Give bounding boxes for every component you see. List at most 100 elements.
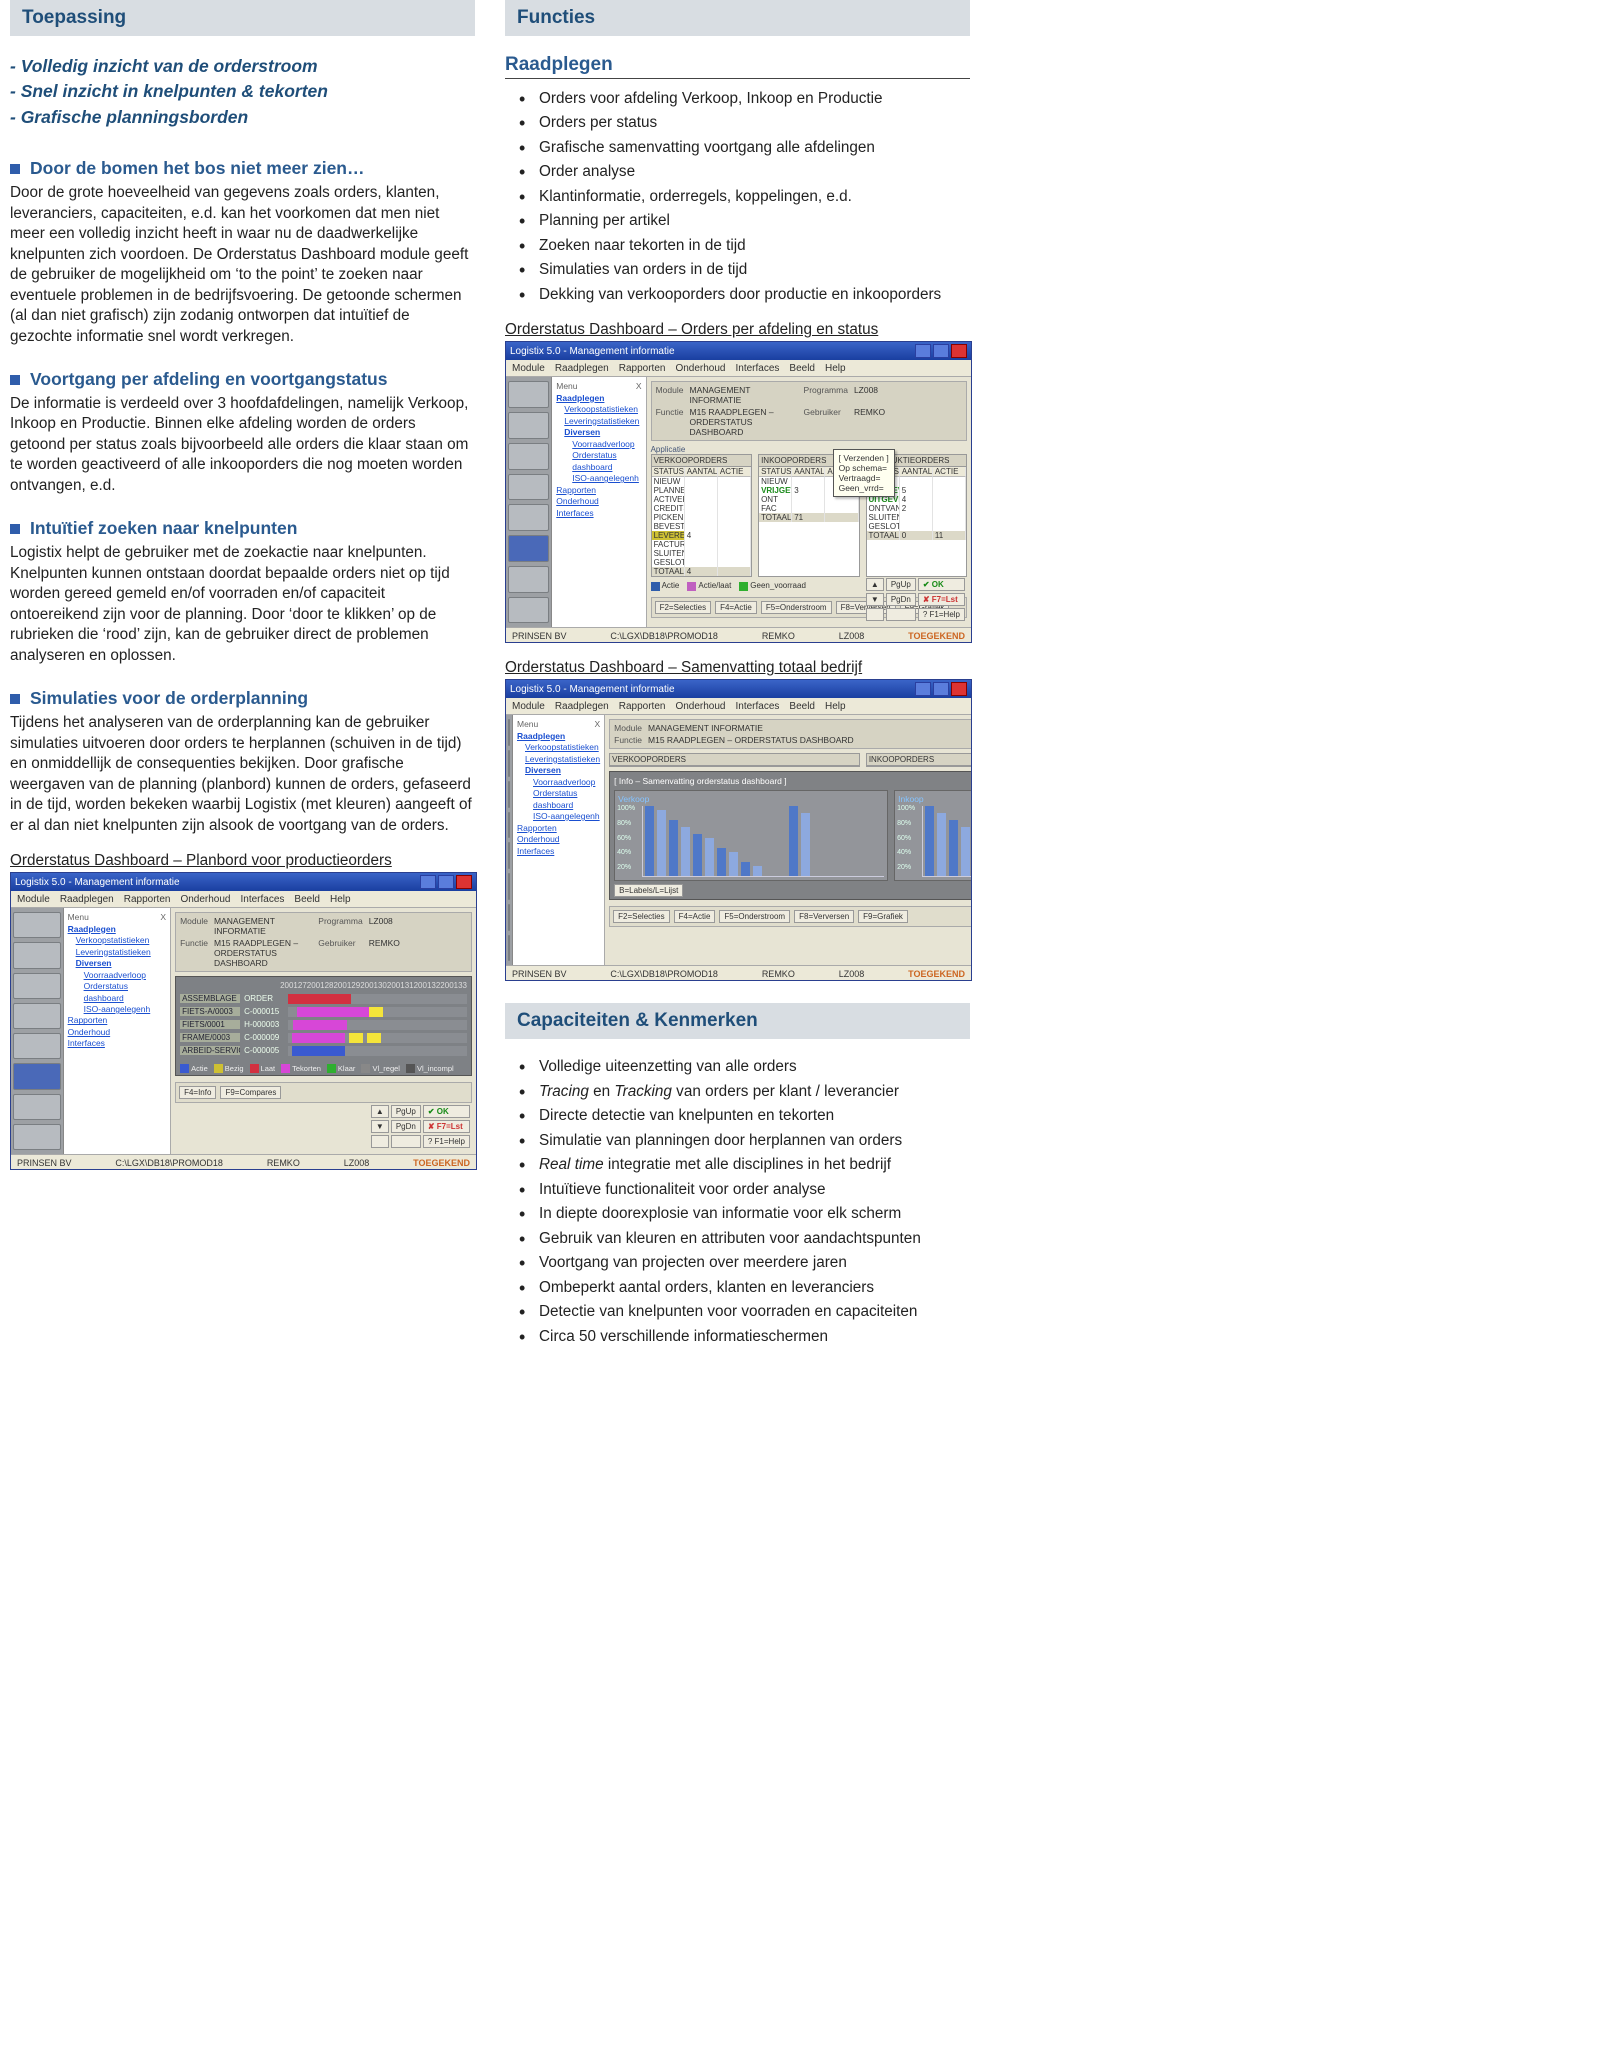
- gantt-row[interactable]: FIETS-A/0003C-000015: [180, 1005, 467, 1018]
- table-row[interactable]: GESLOTEN: [867, 522, 966, 531]
- gantt-chart[interactable]: 2001272001282001292001302001312001322001…: [175, 976, 472, 1076]
- fn-key-button[interactable]: F2=Selecties: [613, 910, 669, 923]
- sidebar-button[interactable]: [13, 1033, 61, 1059]
- gantt-bar[interactable]: [288, 994, 351, 1004]
- tree-node[interactable]: Leveringstatistieken: [68, 947, 166, 958]
- menu-item[interactable]: Onderhoud: [180, 894, 230, 905]
- menu-item[interactable]: Rapporten: [619, 363, 666, 374]
- sidebar-button[interactable]: [508, 443, 549, 470]
- sidebar-button[interactable]: [13, 1003, 61, 1029]
- tree-node[interactable]: Interfaces: [556, 508, 641, 519]
- sidebar-button[interactable]: [508, 781, 510, 808]
- tree-node[interactable]: Rapporten: [556, 485, 641, 496]
- window-titlebar[interactable]: Logistix 5.0 - Management informatie: [506, 680, 971, 698]
- fn-key-button[interactable]: F4=Info: [179, 1086, 216, 1099]
- fn-key-button[interactable]: F8=Verversen: [794, 910, 854, 923]
- sidebar[interactable]: [11, 908, 64, 1154]
- chart-panel[interactable]: [ Info – Samenvatting orderstatus dashbo…: [609, 771, 972, 900]
- help-button[interactable]: ? F1=Help: [423, 1135, 470, 1148]
- menu-item[interactable]: Help: [330, 894, 351, 905]
- sidebar-button[interactable]: [508, 381, 549, 408]
- tree-node[interactable]: Voorraadverloop: [68, 970, 166, 981]
- pgup-button[interactable]: PgUp: [391, 1105, 421, 1118]
- mini-bar-chart[interactable]: Inkoop100%80%60%40%20%: [894, 790, 972, 881]
- sidebar-button[interactable]: [13, 912, 61, 938]
- tree-node[interactable]: Leveringstatistieken: [517, 754, 600, 765]
- table-row[interactable]: BEVESTGN: [652, 522, 751, 531]
- tree-close-icon[interactable]: X: [160, 912, 166, 923]
- close-icon[interactable]: [951, 682, 967, 696]
- maximize-icon[interactable]: [438, 875, 454, 889]
- tree-node[interactable]: Orderstatus dashboard: [517, 788, 600, 811]
- fn-key-button[interactable]: F9=Compares: [220, 1086, 281, 1099]
- menu-bar[interactable]: ModuleRaadplegenRapportenOnderhoudInterf…: [506, 698, 971, 715]
- gantt-row[interactable]: ASSEMBLAGEORDER: [180, 992, 467, 1005]
- chart-footer-input[interactable]: B=Labels/L=Lijst: [614, 884, 683, 897]
- menu-item[interactable]: Beeld: [294, 894, 320, 905]
- gantt-bar[interactable]: [297, 1007, 369, 1017]
- menu-item[interactable]: Beeld: [789, 701, 815, 712]
- tree-node[interactable]: Diversen: [517, 765, 600, 776]
- up-arrow-icon[interactable]: ▲: [371, 1105, 389, 1118]
- table-row[interactable]: ONTVANGN2: [867, 504, 966, 513]
- sidebar-button[interactable]: [508, 812, 510, 839]
- tree-node[interactable]: Orderstatus dashboard: [556, 450, 641, 473]
- menu-item[interactable]: Onderhoud: [675, 701, 725, 712]
- pgdn-button[interactable]: PgDn: [391, 1120, 421, 1133]
- close-icon[interactable]: [456, 875, 472, 889]
- tree-node[interactable]: Verkoopstatistieken: [517, 742, 600, 753]
- menu-item[interactable]: Help: [825, 363, 846, 374]
- table-row[interactable]: FACTURRN: [652, 540, 751, 549]
- gantt-bar[interactable]: [349, 1033, 363, 1043]
- menu-item[interactable]: Raadplegen: [555, 701, 609, 712]
- menu-bar[interactable]: ModuleRaadplegenRapportenOnderhoudInterf…: [506, 360, 971, 377]
- pgdn-button[interactable]: PgDn: [886, 593, 916, 606]
- table-row[interactable]: SLUITEN: [652, 549, 751, 558]
- table-row[interactable]: NIEUW: [652, 477, 751, 486]
- tree-node[interactable]: Onderhoud: [517, 834, 600, 845]
- minimize-icon[interactable]: [420, 875, 436, 889]
- sidebar-button[interactable]: [13, 942, 61, 968]
- maximize-icon[interactable]: [933, 682, 949, 696]
- pgup-button[interactable]: PgUp: [886, 578, 916, 591]
- table-row[interactable]: ACTIVERN: [652, 495, 751, 504]
- sidebar-button[interactable]: [508, 719, 510, 746]
- fn-key-button[interactable]: F9=Grafiek: [858, 910, 908, 923]
- sidebar-button[interactable]: [13, 973, 61, 999]
- tree-node[interactable]: Diversen: [68, 958, 166, 969]
- maximize-icon[interactable]: [933, 344, 949, 358]
- tree-node[interactable]: Raadplegen: [517, 731, 600, 742]
- tree-node[interactable]: Rapporten: [68, 1015, 166, 1026]
- down-arrow-icon[interactable]: ▼: [866, 593, 884, 606]
- sidebar-button[interactable]: [508, 842, 510, 869]
- sidebar-button[interactable]: [508, 535, 549, 562]
- table-row[interactable]: PLANNEN: [652, 486, 751, 495]
- gantt-bar[interactable]: [292, 1046, 346, 1056]
- fn-key-button[interactable]: F5=Onderstroom: [719, 910, 790, 923]
- tree-node[interactable]: Onderhoud: [68, 1027, 166, 1038]
- menu-item[interactable]: Beeld: [789, 363, 815, 374]
- menu-item[interactable]: Rapporten: [124, 894, 171, 905]
- cancel-button[interactable]: ✘ F7=Lst: [423, 1120, 470, 1133]
- minimize-icon[interactable]: [915, 682, 931, 696]
- sidebar-button[interactable]: [508, 504, 549, 531]
- menu-item[interactable]: Interfaces: [736, 701, 780, 712]
- cancel-button[interactable]: ✘ F7=Lst: [918, 593, 965, 606]
- menu-item[interactable]: Raadplegen: [60, 894, 114, 905]
- tree-node[interactable]: ISO-aangelegenh: [556, 473, 641, 484]
- sidebar[interactable]: [506, 715, 513, 965]
- tree-node[interactable]: Voorraadverloop: [517, 777, 600, 788]
- nav-tree[interactable]: MenuX RaadplegenVerkoopstatistiekenLever…: [513, 715, 605, 965]
- gantt-bar[interactable]: [293, 1020, 347, 1030]
- nav-tree[interactable]: MenuX RaadplegenVerkoopstatistiekenLever…: [64, 908, 171, 1154]
- menu-item[interactable]: Raadplegen: [555, 363, 609, 374]
- help-button[interactable]: ? F1=Help: [918, 608, 965, 621]
- menu-item[interactable]: Onderhoud: [675, 363, 725, 374]
- window-titlebar[interactable]: Logistix 5.0 - Management informatie: [506, 342, 971, 360]
- up-arrow-icon[interactable]: ▲: [866, 578, 884, 591]
- tree-node[interactable]: Onderhoud: [556, 496, 641, 507]
- fn-key-button[interactable]: F4=Actie: [674, 910, 716, 923]
- tree-node[interactable]: Voorraadverloop: [556, 439, 641, 450]
- tree-node[interactable]: Raadplegen: [68, 924, 166, 935]
- sidebar-button[interactable]: [508, 566, 549, 593]
